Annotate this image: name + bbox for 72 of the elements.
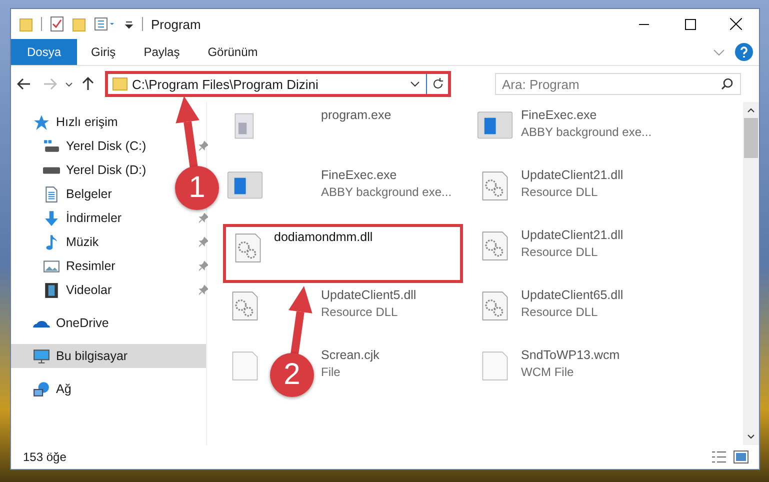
- pin-icon[interactable]: [199, 237, 208, 247]
- address-bar[interactable]: C:\Program Files\Program Dizini: [105, 71, 451, 97]
- file-name[interactable]: SndToWP13.wcm: [521, 348, 620, 362]
- file-name[interactable]: UpdateClient65.dll: [521, 288, 624, 302]
- sidebar-item[interactable]: OneDrive: [11, 311, 113, 335]
- sidebar-item[interactable]: Ağ: [11, 377, 76, 401]
- item-count: 153 öğe: [23, 450, 68, 464]
- file-type: Resource DLL: [521, 305, 599, 319]
- chevron-down-icon: [410, 79, 420, 89]
- drive-icon: [43, 138, 60, 154]
- checklist-icon[interactable]: [50, 16, 64, 32]
- properties-icon[interactable]: [94, 16, 116, 32]
- monitor-icon: [33, 348, 50, 364]
- close-icon: [730, 18, 742, 30]
- file-item[interactable]: dodiamondmm.dll: [223, 224, 463, 283]
- file-name[interactable]: Screan.cjk: [321, 348, 380, 362]
- picture-icon: [43, 258, 60, 274]
- search-field[interactable]: Ara: Program: [495, 73, 741, 95]
- file-type: ABBY background exe...: [321, 185, 452, 199]
- film-icon: [43, 282, 60, 298]
- back-arrow-icon: [17, 77, 31, 91]
- large-icons-view-icon[interactable]: [733, 450, 749, 464]
- maximize-icon: [684, 18, 696, 30]
- sidebar-item[interactable]: Müzik: [11, 230, 103, 254]
- refresh-icon: [432, 78, 444, 90]
- file-name[interactable]: FineExec.exe: [321, 168, 452, 182]
- sidebar-item[interactable]: Bu bilgisayar: [11, 344, 206, 368]
- cloud-icon: [33, 318, 50, 328]
- file-type: Resource DLL: [321, 305, 399, 319]
- sidebar-item[interactable]: İndirmeler: [11, 206, 126, 230]
- file-name[interactable]: program.exe: [321, 108, 392, 122]
- sidebar-item[interactable]: Yerel Disk (D:): [11, 158, 150, 182]
- chevron-down-icon: [65, 82, 73, 86]
- pin-icon[interactable]: [199, 285, 208, 295]
- drive-icon: [43, 166, 60, 174]
- window-title: Program: [151, 16, 202, 32]
- scrollbar-thumb[interactable]: [744, 118, 758, 158]
- help-icon[interactable]: [735, 43, 753, 61]
- pin-icon[interactable]: [199, 213, 208, 223]
- pin-icon[interactable]: [199, 261, 208, 271]
- ribbon-tab[interactable]: Giriş: [77, 39, 130, 65]
- ribbon-tab[interactable]: Paylaş: [130, 39, 194, 65]
- file-name[interactable]: UpdateClient21.dll: [521, 168, 624, 182]
- ribbon-tab[interactable]: Dosya: [11, 39, 78, 65]
- sidebar-item[interactable]: Videolar: [11, 278, 116, 302]
- network-icon: [33, 380, 50, 398]
- file-type: File: [321, 365, 342, 379]
- file-name[interactable]: UpdateClient5.dll: [321, 288, 416, 302]
- file-type: Resource DLL: [521, 245, 599, 259]
- address-path: C:\Program Files\Program Dizini: [132, 76, 320, 92]
- file-type: ABBY background exe...: [521, 125, 652, 139]
- download-arrow-icon: [43, 210, 60, 226]
- file-type: WCM File: [521, 365, 575, 379]
- ribbon-tab[interactable]: Görünüm: [194, 39, 272, 65]
- file-name[interactable]: FineExec.exe: [521, 108, 652, 122]
- scroll-up-icon[interactable]: [747, 106, 755, 114]
- folder-icon: [112, 77, 128, 91]
- scrollbar[interactable]: [743, 102, 759, 445]
- sidebar-item[interactable]: Resimler: [11, 254, 120, 278]
- up-arrow-icon: [81, 77, 95, 91]
- pin-icon[interactable]: [199, 141, 208, 151]
- file-name[interactable]: UpdateClient21.dll: [521, 228, 624, 242]
- search-icon: [721, 78, 733, 90]
- details-view-icon[interactable]: [711, 450, 727, 464]
- sidebar-item[interactable]: Hızlı erişim: [11, 110, 122, 134]
- file-type: Resource DLL: [521, 185, 599, 199]
- sidebar-item[interactable]: Belgeler: [11, 182, 116, 206]
- document-icon: [43, 186, 60, 202]
- forward-arrow-icon: [43, 77, 57, 91]
- scroll-down-icon[interactable]: [747, 433, 755, 441]
- sidebar-item[interactable]: Yerel Disk (C:): [11, 134, 150, 158]
- star-icon: [33, 114, 50, 130]
